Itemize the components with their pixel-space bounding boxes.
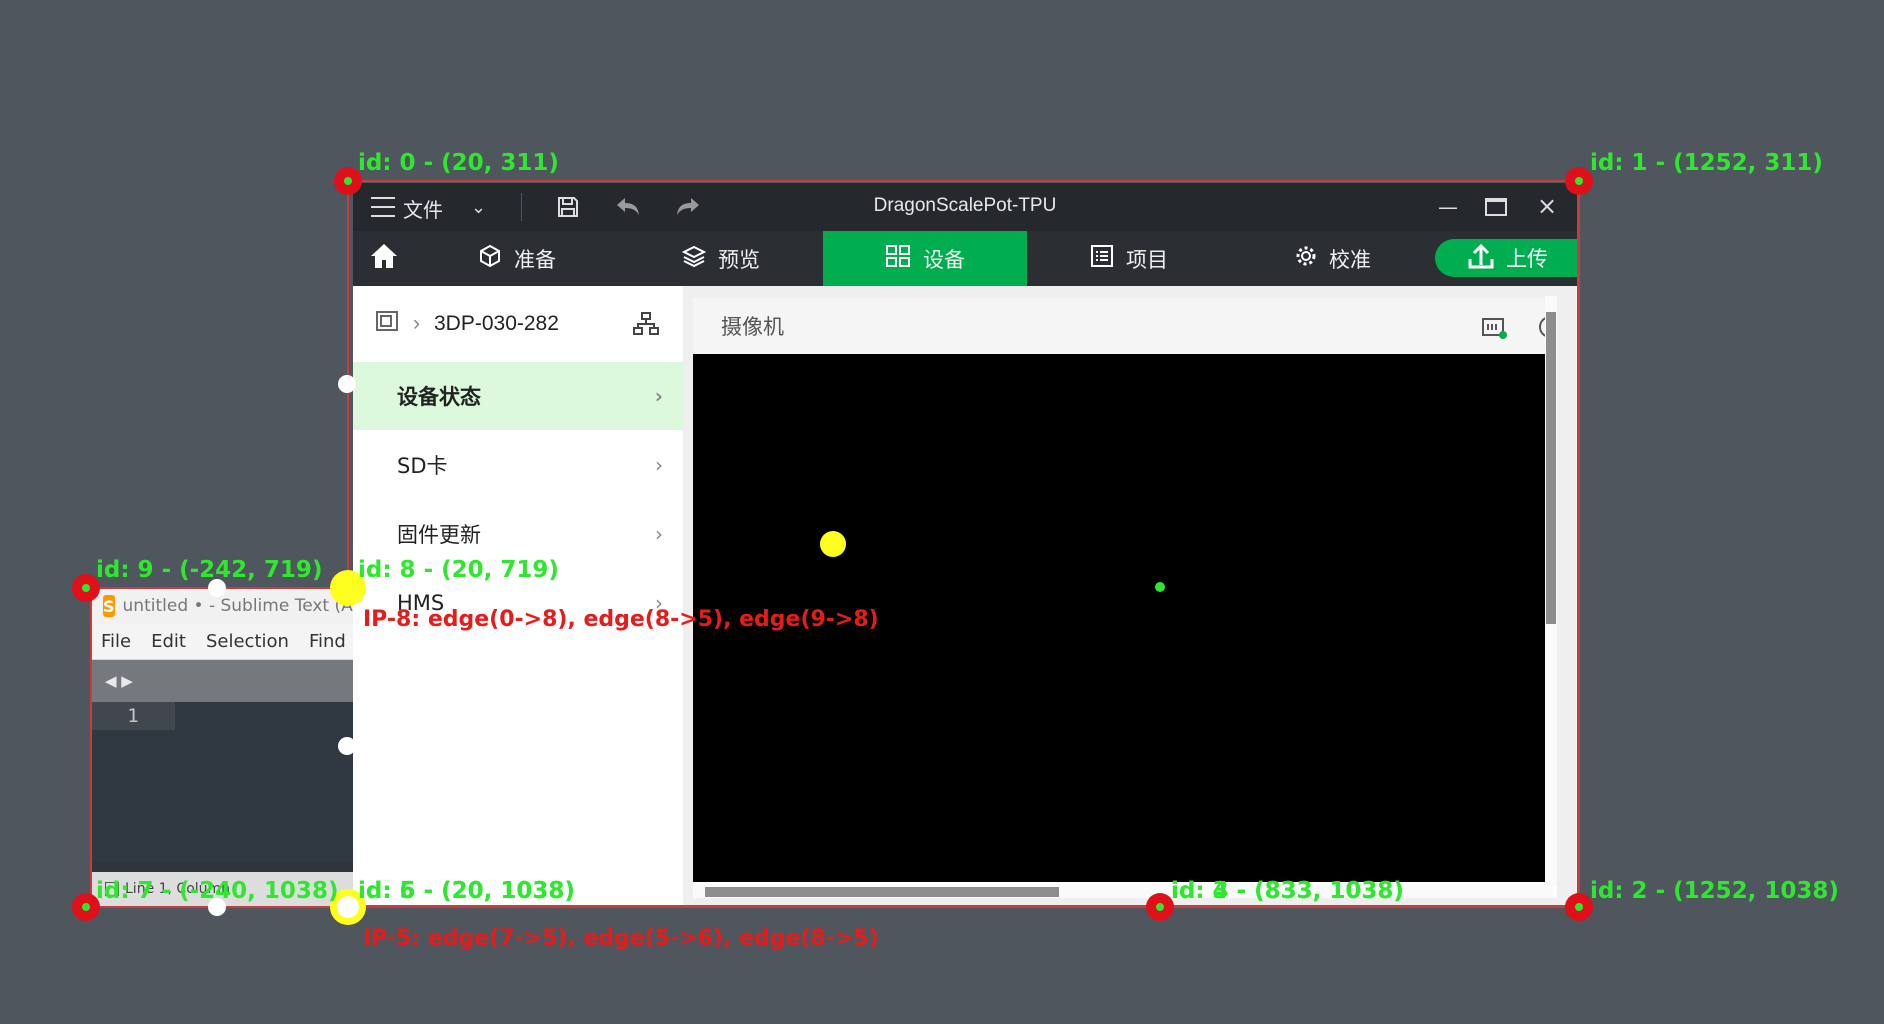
line-number: 1 <box>91 702 175 730</box>
horizontal-scrollbar[interactable] <box>693 884 1553 898</box>
gear-icon <box>1295 245 1317 272</box>
menu-find[interactable]: Find <box>299 631 353 652</box>
chevron-right-icon: › <box>654 384 663 408</box>
tab-nav-arrows-icon[interactable]: ◀ ▶ <box>105 672 133 690</box>
close-icon[interactable]: × <box>1537 192 1557 220</box>
point-0-label: id: 0 - (20, 311) <box>358 150 559 176</box>
device-name[interactable]: 3DP-030-282 <box>434 312 559 336</box>
dragonscalepot-window[interactable]: 文件 ⌄ DragonScalePot-TPU — × 准备 预览 设备 项目 … <box>353 183 1579 907</box>
upload-label: 上传 <box>1506 247 1548 271</box>
menu-file[interactable]: File <box>91 631 141 652</box>
intersection-5-label: IP-5: edge(7->5), edge(5->6), edge(8->5) <box>363 926 879 951</box>
chevron-down-icon[interactable]: ⌄ <box>471 197 486 218</box>
upload-button[interactable]: 上传 <box>1435 239 1577 277</box>
sidebar-item-label: SD卡 <box>397 454 448 478</box>
hamburger-menu-icon[interactable] <box>371 197 395 217</box>
printer-icon[interactable] <box>375 310 399 338</box>
main-tabbar: 准备 预览 设备 项目 校准 上传 <box>353 231 1577 286</box>
tab-prepare[interactable]: 准备 <box>415 231 619 286</box>
sublime-editor[interactable]: 1 <box>91 702 353 862</box>
file-menu[interactable]: 文件 <box>403 194 443 223</box>
save-icon[interactable] <box>556 195 580 223</box>
home-icon <box>369 242 399 275</box>
camera-panel: 摄像机 <box>693 298 1557 898</box>
app-titlebar[interactable]: 文件 ⌄ DragonScalePot-TPU — × <box>353 183 1577 231</box>
toolbar-divider <box>521 193 522 221</box>
undo-icon[interactable] <box>615 195 641 221</box>
tab-prepare-label: 准备 <box>514 247 556 272</box>
sidebar-item-sd-card[interactable]: SD卡 › <box>353 431 683 499</box>
layers-icon <box>681 244 707 273</box>
cube-icon <box>478 244 502 273</box>
device-sidebar: › 3DP-030-282 设备状态 › SD卡 › 固件更新 › HMS › <box>353 286 683 905</box>
window-title: DragonScalePot-TPU <box>873 195 1057 216</box>
tab-device[interactable]: 设备 <box>823 231 1027 286</box>
home-tab[interactable] <box>353 231 415 286</box>
vertical-scrollbar-thumb[interactable] <box>1546 312 1556 624</box>
sublime-window[interactable]: S untitled • - Sublime Text (AD File Edi… <box>91 588 353 906</box>
sidebar-item-label: HMS <box>397 591 445 615</box>
tab-calibrate[interactable]: 校准 <box>1231 231 1435 286</box>
device-content: 摄像机 <box>683 286 1577 905</box>
sidebar-item-label: 固件更新 <box>397 523 481 547</box>
upload-icon <box>1466 241 1496 276</box>
menu-selection[interactable]: Selection <box>196 631 299 652</box>
camera-title: 摄像机 <box>721 315 784 339</box>
chevron-right-icon: › <box>655 522 663 546</box>
sidebar-item-firmware-update[interactable]: 固件更新 › <box>353 500 683 568</box>
redo-icon[interactable] <box>675 195 701 221</box>
tab-preview-label: 预览 <box>718 247 760 272</box>
maximize-icon[interactable] <box>1485 198 1507 216</box>
network-icon[interactable] <box>633 312 659 340</box>
vertical-scrollbar[interactable] <box>1545 296 1557 886</box>
sublime-title: untitled • - Sublime Text (AD <box>122 596 353 616</box>
sidebar-item-hms[interactable]: HMS › <box>353 569 683 637</box>
tab-preview[interactable]: 预览 <box>619 231 823 286</box>
point-1-label: id: 1 - (1252, 311) <box>1590 150 1823 176</box>
menu-edit[interactable]: Edit <box>141 631 196 652</box>
status-panel-icon[interactable] <box>105 882 119 896</box>
sublime-tabbar: ◀ ▶ <box>91 660 353 702</box>
breadcrumb-chevron-icon: › <box>413 312 420 335</box>
status-text: Line 1, Column <box>125 881 231 897</box>
sublime-menubar: File Edit Selection Find <box>91 624 353 660</box>
camera-header: 摄像机 <box>693 298 1557 354</box>
sublime-logo-icon: S <box>103 595 115 617</box>
sidebar-item-device-status[interactable]: 设备状态 › <box>353 362 683 430</box>
camera-feed[interactable] <box>693 354 1553 882</box>
tab-calibrate-label: 校准 <box>1329 247 1371 272</box>
camera-settings-icon[interactable] <box>1481 316 1509 345</box>
point-2-label: id: 2 - (1252, 1038) <box>1590 878 1839 904</box>
chevron-right-icon: › <box>655 591 663 615</box>
point-9-label: id: 9 - (-242, 719) <box>96 557 323 583</box>
minimize-icon[interactable]: — <box>1438 195 1458 219</box>
sublime-statusbar: Line 1, Column <box>91 872 353 906</box>
list-icon <box>1090 244 1114 273</box>
tab-project-label: 项目 <box>1126 247 1168 272</box>
chevron-right-icon: › <box>655 453 663 477</box>
sidebar-item-label: 设备状态 <box>397 385 481 409</box>
tab-project[interactable]: 项目 <box>1027 231 1231 286</box>
horizontal-scrollbar-thumb[interactable] <box>705 887 1059 897</box>
tab-device-label: 设备 <box>923 247 965 272</box>
sublime-titlebar[interactable]: S untitled • - Sublime Text (AD <box>91 588 353 624</box>
device-icon <box>885 244 911 273</box>
